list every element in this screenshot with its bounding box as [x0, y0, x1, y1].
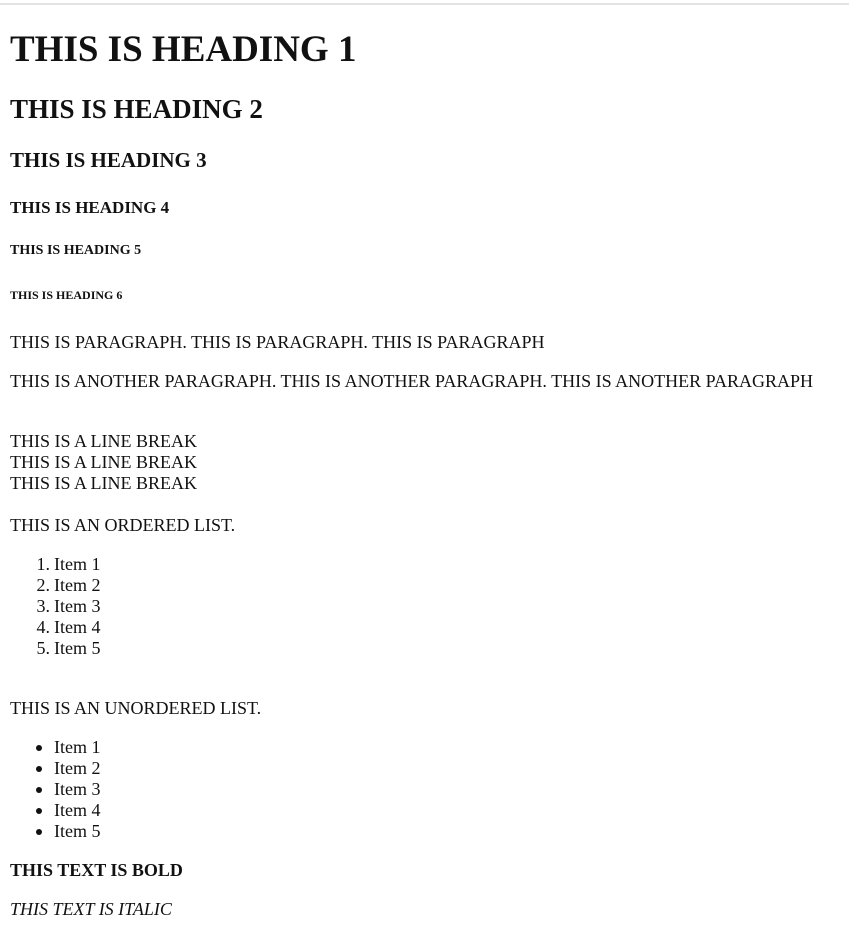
ordered-list-item: 1. Item 1 [10, 554, 101, 575]
unordered-list: Item 1 Item 2 Item 3 Item 4 Item 5 [10, 737, 101, 842]
list-item-text: Item 4 [54, 617, 101, 637]
unordered-list-item: Item 5 [10, 821, 101, 842]
ordered-list-item: 4. Item 4 [10, 617, 101, 638]
unordered-list-item: Item 4 [10, 800, 101, 821]
bullet-icon [36, 829, 42, 835]
list-number: 5. [36, 638, 51, 658]
ordered-list: 1. Item 1 2. Item 2 3. Item 3 4. Item 4 … [10, 554, 101, 659]
heading-6: THIS IS HEADING 6 [10, 288, 123, 302]
list-item-text: Item 5 [54, 821, 101, 841]
list-item-text: Item 4 [54, 800, 101, 820]
ordered-list-item: 3. Item 3 [10, 596, 101, 617]
unordered-list-item: Item 1 [10, 737, 101, 758]
list-item-text: Item 1 [54, 554, 101, 574]
list-number: 3. [36, 596, 51, 616]
list-number: 1. [36, 554, 51, 574]
ordered-list-item: 5. Item 5 [10, 638, 101, 659]
list-item-text: Item 3 [54, 596, 101, 616]
unordered-list-label: THIS IS AN UNORDERED LIST. [10, 698, 262, 718]
list-number: 2. [36, 575, 51, 595]
line-break-block: THIS IS A LINE BREAK THIS IS A LINE BREA… [10, 431, 197, 494]
bullet-icon [36, 766, 42, 772]
line-break-line: THIS IS A LINE BREAK [10, 431, 198, 451]
list-item-text: Item 1 [54, 737, 101, 757]
unordered-list-item: Item 2 [10, 758, 101, 779]
ordered-list-item: 2. Item 2 [10, 575, 101, 596]
browser-top-border [0, 3, 849, 5]
bullet-icon [36, 787, 42, 793]
list-item-text: Item 2 [54, 575, 101, 595]
line-break-line: THIS IS A LINE BREAK [10, 452, 198, 472]
paragraph-2: THIS IS ANOTHER PARAGRAPH. THIS IS ANOTH… [10, 371, 813, 391]
list-item-text: Item 5 [54, 638, 101, 658]
list-item-text: Item 2 [54, 758, 101, 778]
line-break-line: THIS IS A LINE BREAK [10, 473, 198, 493]
italic-text: THIS TEXT IS ITALIC [10, 899, 172, 919]
heading-2: THIS IS HEADING 2 [10, 94, 263, 124]
paragraph-1: THIS IS PARAGRAPH. THIS IS PARAGRAPH. TH… [10, 332, 545, 352]
list-number: 4. [36, 617, 51, 637]
heading-5: THIS IS HEADING 5 [10, 243, 142, 258]
heading-4: THIS IS HEADING 4 [10, 198, 170, 217]
ordered-list-label: THIS IS AN ORDERED LIST. [10, 515, 236, 535]
heading-3: THIS IS HEADING 3 [10, 148, 207, 172]
bullet-icon [36, 745, 42, 751]
heading-1: THIS IS HEADING 1 [10, 29, 357, 70]
bullet-icon [36, 808, 42, 814]
list-item-text: Item 3 [54, 779, 101, 799]
unordered-list-item: Item 3 [10, 779, 101, 800]
bold-text: THIS TEXT IS BOLD [10, 860, 183, 880]
